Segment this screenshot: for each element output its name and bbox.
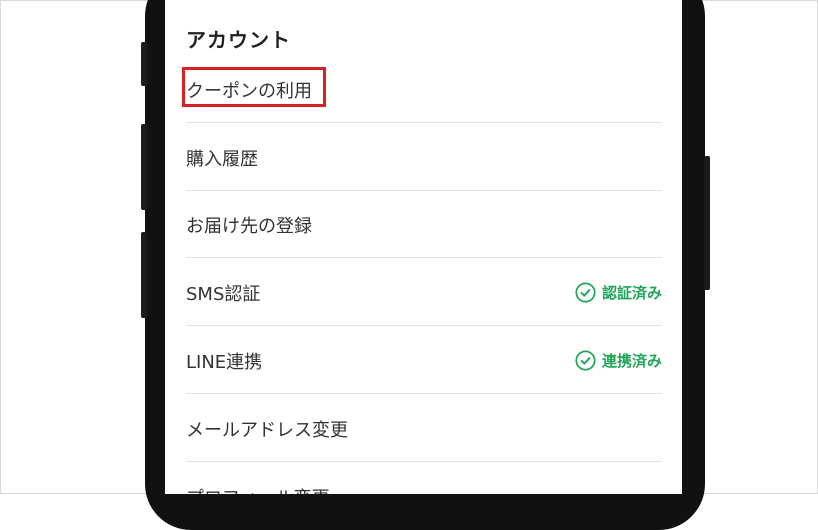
menu-item-label: メールアドレス変更: [186, 420, 348, 441]
account-section-title: アカウント: [186, 28, 291, 52]
menu-item-purchase-history[interactable]: 購入履歴: [186, 123, 662, 191]
menu-item-sms-auth[interactable]: SMS認証 認証済み: [186, 258, 662, 326]
menu-item-label: 購入履歴: [186, 149, 258, 170]
menu-item-label: プロフィール変更: [186, 484, 330, 494]
menu-item-line-link[interactable]: LINE連携 連携済み: [186, 326, 662, 394]
menu-item-label: SMS認証: [186, 284, 261, 305]
menu-item-profile-change[interactable]: プロフィール変更: [186, 462, 662, 494]
status-text: 認証済み: [601, 284, 662, 302]
phone-volume-up-button: [141, 124, 147, 210]
sms-auth-status-badge: 認証済み: [575, 282, 662, 303]
phone-side-button: [141, 42, 147, 86]
phone-volume-down-button: [141, 232, 147, 318]
check-circle-icon: [575, 350, 596, 371]
line-link-status-badge: 連携済み: [575, 350, 662, 371]
status-text: 連携済み: [601, 352, 662, 370]
menu-item-label: お届け先の登録: [186, 216, 312, 237]
menu-item-delivery-address[interactable]: お届け先の登録: [186, 190, 662, 258]
menu-item-label: LINE連携: [186, 352, 263, 373]
check-circle-icon: [575, 282, 596, 303]
menu-item-email-change[interactable]: メールアドレス変更: [186, 394, 662, 462]
coupon-highlight-box: [182, 67, 326, 107]
phone-power-button: [704, 156, 710, 290]
